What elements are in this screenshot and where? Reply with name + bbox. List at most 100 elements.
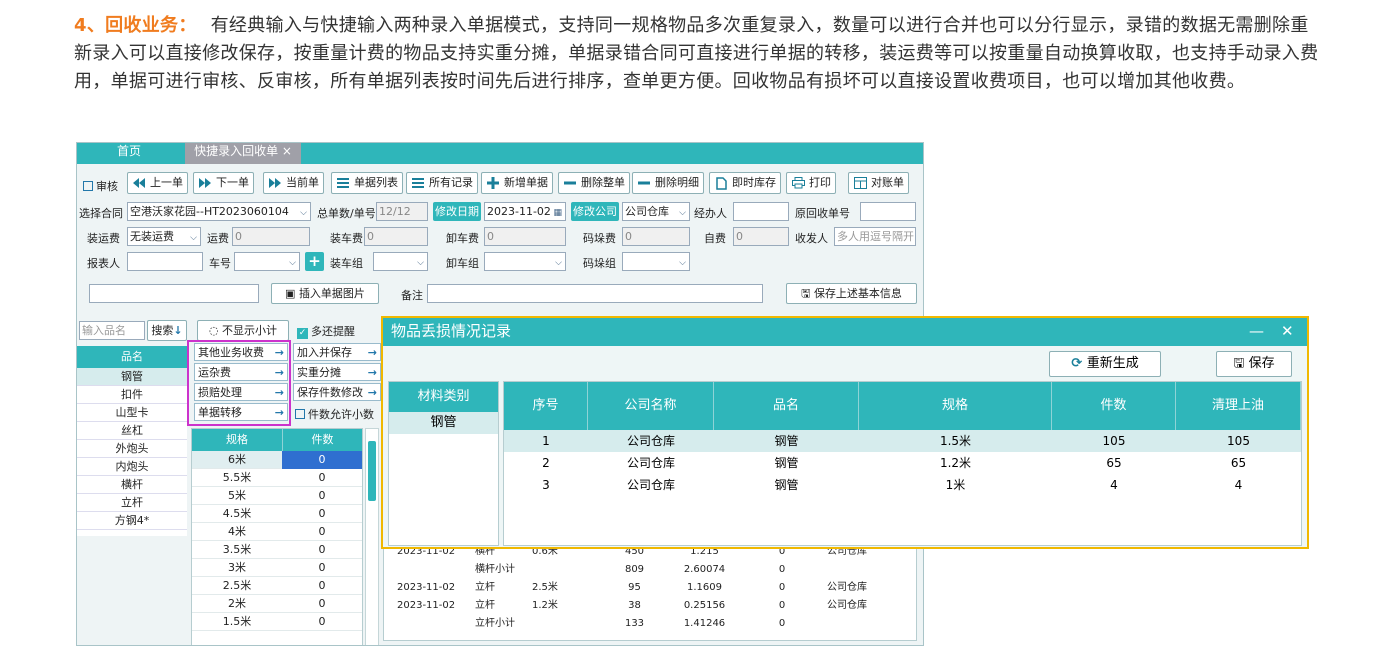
count-cell[interactable]: 0 <box>282 487 362 505</box>
modify-company-button[interactable]: 修改公司 <box>571 202 619 221</box>
table-row[interactable]: 5米 0 <box>192 487 362 505</box>
category-item[interactable]: 钢管 <box>389 412 498 434</box>
scrollbar[interactable] <box>365 428 379 645</box>
damage-table: 序号 公司名称 品名 规格 件数 清理上油 1 公司仓库 钢管 1.5米 105 105 2 公司仓库钢… <box>503 381 1302 546</box>
freight-field[interactable]: 0 <box>232 227 310 246</box>
minimize-icon[interactable]: — <box>1249 322 1264 340</box>
table-row[interactable]: 5.5米 0 <box>192 469 362 487</box>
count-cell[interactable]: 0 <box>282 505 362 523</box>
load-group-label: 装车组 <box>330 257 363 270</box>
table-row[interactable]: 3 公司仓库 钢管 1米 4 4 <box>504 474 1301 496</box>
table-row[interactable]: 4.5米 0 <box>192 505 362 523</box>
count-cell[interactable]: 0 <box>282 541 362 559</box>
count-cell[interactable]: 0 <box>282 613 362 631</box>
current-button[interactable]: 当前单 <box>263 172 324 194</box>
save-count-option[interactable]: 保存件数修改 → <box>293 383 381 401</box>
list-item[interactable]: 外炮头 <box>77 440 187 458</box>
car-label: 车号 <box>209 257 231 270</box>
company-select[interactable]: 公司仓库 ⌵ <box>622 202 690 221</box>
note-field[interactable] <box>427 284 763 303</box>
list-item[interactable]: 立杆 <box>77 494 187 512</box>
damage-option[interactable]: 损赔处理 → <box>194 383 288 401</box>
delete-doc-button[interactable]: 删除整单 <box>558 172 630 194</box>
hide-subtotal-button[interactable]: ◌ 不显示小计 <box>197 320 289 341</box>
review-checkbox[interactable]: 审核 <box>83 178 118 194</box>
eye-off-icon: ◌ <box>208 324 223 337</box>
orig-number-field[interactable] <box>860 202 916 221</box>
statement-button[interactable]: 对账单 <box>848 172 909 194</box>
modify-date-button[interactable]: 修改日期 <box>433 202 481 221</box>
transfer-option[interactable]: 单据转移 → <box>194 403 288 421</box>
dialog-save-button[interactable]: 🖫 保存 <box>1216 351 1292 377</box>
contract-select[interactable]: 空港沃家花园--HT2023060104 ⌵ <box>127 202 311 221</box>
image-path-field[interactable] <box>89 284 259 303</box>
unload-group-select[interactable]: ⌵ <box>484 252 566 271</box>
regenerate-button[interactable]: ⟳ 重新生成 <box>1049 351 1161 377</box>
insert-image-button[interactable]: ▣ 插入单据图片 <box>271 283 379 304</box>
grid-icon <box>853 176 867 190</box>
next-button[interactable]: 下一单 <box>193 172 254 194</box>
new-doc-button[interactable]: 新增单据 <box>481 172 553 194</box>
refresh-icon: ⟳ <box>1071 356 1087 371</box>
arrow-down-icon: ↓ <box>173 324 183 337</box>
decimal-checkbox[interactable]: 件数允许小数 <box>295 406 374 422</box>
save-basic-button[interactable]: 🖫 保存上述基本信息 <box>786 283 917 304</box>
add-save-option[interactable]: 加入并保存 → <box>293 343 381 361</box>
count-cell[interactable]: 0 <box>282 559 362 577</box>
car-select[interactable]: ⌵ <box>234 252 300 271</box>
stack-group-select[interactable]: ⌵ <box>622 252 690 271</box>
table-row[interactable]: 3米 0 <box>192 559 362 577</box>
date-field[interactable]: 2023-11-02 ▦ <box>484 202 566 221</box>
delete-detail-button[interactable]: 删除明细 <box>632 172 704 194</box>
sender-field[interactable]: 多人用逗号隔开 <box>834 227 916 246</box>
other-fee-option[interactable]: 其他业务收费 → <box>194 343 288 361</box>
prev-button[interactable]: 上一单 <box>127 172 188 194</box>
print-button[interactable]: 打印 <box>786 172 836 194</box>
all-records-button[interactable]: 所有记录 <box>406 172 478 194</box>
table-row[interactable]: 1 公司仓库 钢管 1.5米 105 105 <box>504 430 1301 452</box>
count-cell[interactable]: 0 <box>282 523 362 541</box>
handler-field[interactable] <box>733 202 789 221</box>
list-item[interactable]: 横杆 <box>77 476 187 494</box>
list-item[interactable]: 扣件 <box>77 386 187 404</box>
count-cell[interactable]: 0 <box>282 595 362 613</box>
weight-split-option[interactable]: 实重分摊 → <box>293 363 381 381</box>
table-row[interactable]: 6米 0 <box>192 451 362 469</box>
arrow-right-icon: → <box>367 346 377 359</box>
count-cell[interactable]: 0 <box>282 451 362 469</box>
misc-fee-option[interactable]: 运杂费 → <box>194 363 288 381</box>
count-cell[interactable]: 0 <box>282 469 362 487</box>
add-car-button[interactable]: + <box>305 252 324 271</box>
spec-cell: 4.5米 <box>222 507 252 520</box>
table-cell: 1.2米 <box>532 600 558 611</box>
list-item[interactable]: 钢管 <box>77 368 187 386</box>
load-group-select[interactable]: ⌵ <box>373 252 428 271</box>
doc-list-button[interactable]: 单据列表 <box>331 172 403 194</box>
list-item[interactable]: 山型卡 <box>77 404 187 422</box>
tab-quick-entry[interactable]: 快捷录入回收单 × <box>185 143 301 164</box>
item-search-input[interactable]: 输入品名 <box>79 321 145 340</box>
reporter-field[interactable] <box>127 252 203 271</box>
stock-button[interactable]: 即时库存 <box>709 172 781 194</box>
stack-fee-field[interactable]: 0 <box>622 227 690 246</box>
table-row[interactable]: 1.5米 0 <box>192 613 362 631</box>
list-item[interactable]: 丝杠 <box>77 422 187 440</box>
table-row[interactable]: 2米 0 <box>192 595 362 613</box>
scrollbar-thumb[interactable] <box>368 441 376 501</box>
close-icon[interactable]: ✕ <box>1281 322 1294 340</box>
table-row[interactable]: 3.5米 0 <box>192 541 362 559</box>
unload-fee-field[interactable]: 0 <box>484 227 566 246</box>
self-fee-field[interactable]: 0 <box>733 227 789 246</box>
tab-home[interactable]: 首页 <box>77 143 181 164</box>
ship-select[interactable]: 无装运费 ⌵ <box>127 227 201 246</box>
multi-remind-checkbox[interactable]: ✓ 多还提醒 <box>297 323 355 339</box>
count-cell[interactable]: 0 <box>282 577 362 595</box>
load-fee-field[interactable]: 0 <box>364 227 428 246</box>
list-item[interactable]: 方钢4* <box>77 512 187 530</box>
table-row[interactable]: 2 公司仓库 钢管 1.2米 65 65 <box>504 452 1301 474</box>
table-row[interactable]: 2.5米 0 <box>192 577 362 595</box>
list-item[interactable]: 内炮头 <box>77 458 187 476</box>
spec-cell: 1.5米 <box>222 615 252 628</box>
search-button[interactable]: 搜索↓ <box>147 320 187 341</box>
table-row[interactable]: 4米 0 <box>192 523 362 541</box>
